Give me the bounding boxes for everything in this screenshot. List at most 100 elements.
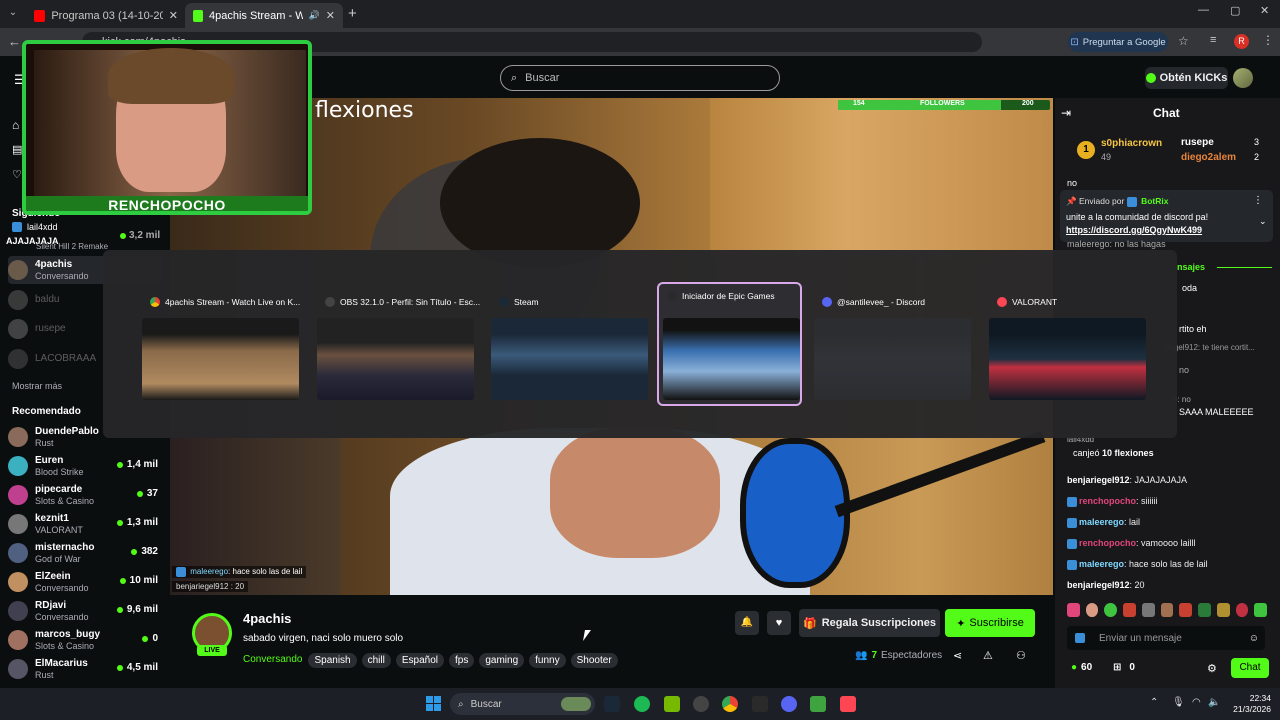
close-icon[interactable]: ✕ [169,9,178,22]
new-tab-button[interactable]: + [348,5,357,22]
chat-input[interactable]: Enviar un mensaje ☺ [1067,626,1265,650]
valorant-icon[interactable] [840,696,856,712]
spotify-icon[interactable] [634,696,650,712]
sidebar-item-elzeein[interactable]: ElZeein Conversando 10 mil [8,568,162,596]
sidebar-item-misternacho[interactable]: misternacho God of War 382 [8,539,162,567]
emote-icon[interactable] [1067,603,1080,617]
settings-gear-icon[interactable]: ⚙ [1207,662,1217,675]
switcher-window-3[interactable]: Iniciador de Epic Games [657,282,802,406]
home-icon[interactable]: ⌂ [12,118,19,132]
emoji-icon[interactable]: ☺ [1249,633,1259,644]
sidebar-item-rdjavi[interactable]: RDjavi Conversando 9,6 mil [8,597,162,625]
channel-name[interactable]: 4pachis [243,611,291,626]
emote-icon[interactable] [1254,603,1268,617]
tag-1[interactable]: chill [361,653,391,668]
switcher-window-0[interactable]: 4pachis Stream - Watch Live on K... [142,290,300,400]
tab-4pachis[interactable]: 4pachis Stream - Watch Live 🔊 ✕ [185,3,343,28]
chat-message[interactable]: renchopocho: siiiiii [1067,496,1158,507]
profile-avatar[interactable]: R [1234,34,1249,49]
wifi-icon[interactable]: ◠ [1192,697,1201,708]
volume-icon[interactable]: 🔈 [1208,697,1220,708]
chat-message[interactable]: benjariegel912: 20 [1067,580,1145,590]
report-icon[interactable]: ⚠ [983,649,993,662]
tag-4[interactable]: gaming [479,653,525,668]
clock[interactable]: 22:34 21/3/2026 [1226,693,1271,715]
emote-icon[interactable] [1216,603,1230,617]
close-icon[interactable]: ✕ [326,9,335,22]
tag-2[interactable]: Español [395,653,444,668]
switcher-window-4[interactable]: @santilevee_ - Discord [814,290,971,400]
subscribe-button[interactable]: ✦ Suscribirse [945,609,1035,637]
menu-kebab-icon[interactable]: ⋮ [1262,33,1274,47]
back-icon[interactable]: ← [8,34,21,49]
tab-search-icon[interactable]: ≡ [1210,34,1216,46]
chevron-down-icon[interactable]: ⌄ [1259,216,1267,227]
search-input[interactable]: ⌕ Buscar [500,65,780,91]
sidebar-item-marcos_bugy[interactable]: marcos_bugy Slots & Casino 0 [8,626,162,654]
user-plus-icon[interactable]: ⚇ [1016,649,1026,662]
get-kicks-button[interactable]: Obtén KICKs [1145,67,1228,89]
taskbar-search[interactable]: ⌕ Buscar [450,693,595,715]
emote-icon[interactable] [1141,603,1155,617]
sidebar-item-pipecarde[interactable]: pipecarde Slots & Casino 37 [8,481,162,509]
switcher-window-1[interactable]: OBS 32.1.0 - Perfil: Sin Título - Esc... [317,290,480,400]
leader-name: s0phiacrown [1101,138,1163,149]
emote-icon[interactable] [1198,603,1211,617]
browse-icon[interactable]: ▤ [12,143,22,156]
microphone-icon[interactable]: 🎙 [1172,697,1185,708]
send-chat-button[interactable]: Chat [1231,658,1269,678]
tag-6[interactable]: Shooter [570,653,618,668]
pinned-message[interactable]: 📌 Enviado por BotRix unite a la comunida… [1060,190,1273,242]
nvidia-icon[interactable] [664,696,680,712]
gift-subs-button[interactable]: 🎁 Regala Suscripciones [799,609,940,637]
notification-bell-icon[interactable]: 🔔 [735,611,759,635]
category-link[interactable]: Conversando [243,654,302,665]
sidebar-item-elmacarius[interactable]: ElMacarius Rust 4,5 mil [8,655,162,683]
gifts-count[interactable]: ⊞ 0 [1113,662,1135,673]
kicks-balance[interactable]: ● 60 [1071,662,1092,673]
sidebar-item-euren[interactable]: Euren Blood Strike 1,4 mil [8,452,162,480]
epic-games-icon[interactable] [752,696,768,712]
audio-icon[interactable]: 🔊 [309,10,320,21]
share-icon[interactable]: ⋖ [953,649,962,662]
google-lens-button[interactable]: ⊡ Preguntar a Google [1068,32,1168,52]
emote-icon[interactable] [1179,603,1193,617]
bookmark-star-icon[interactable]: ☆ [1178,34,1189,48]
emote-icon[interactable] [1235,603,1249,617]
chat-message[interactable]: benjariegel912: JAJAJAJAJA [1067,475,1187,485]
emote-icon[interactable] [1123,603,1136,617]
window-close-button[interactable]: ✕ [1260,4,1269,17]
tab-programa[interactable]: Programa 03 (14-10-2016) - Pe ✕ [26,3,186,28]
pinned-link[interactable]: https://discord.gg/6QgyNwK499 [1066,225,1202,235]
switcher-window-2[interactable]: Steam [491,290,648,400]
windows-start-icon[interactable] [426,696,441,711]
tab-list-icon[interactable]: ⌄ [6,7,20,21]
emote-icon[interactable] [1160,603,1174,617]
minecraft-icon[interactable] [810,696,826,712]
sidebar-item-keznit1[interactable]: keznit1 VALORANT 1,3 mil [8,510,162,538]
follow-heart-button[interactable]: ♥ [767,611,791,635]
steam-icon[interactable] [604,696,620,712]
following-icon[interactable]: ♡ [12,168,22,181]
maximize-button[interactable]: ▢ [1230,4,1240,17]
tray-chevron-icon[interactable]: ⌃ [1150,697,1158,708]
user-avatar[interactable] [1233,68,1253,88]
show-more-link[interactable]: Mostrar más [12,381,62,391]
switcher-window-5[interactable]: VALORANT [989,290,1146,400]
chat-message[interactable]: renchopocho: vamoooo lailll [1067,538,1196,549]
tag-3[interactable]: fps [449,653,475,668]
viewer-count: 9,6 mil [116,604,158,615]
tag-5[interactable]: funny [529,653,566,668]
minimize-button[interactable]: — [1198,4,1209,16]
emote-row[interactable] [1067,603,1268,617]
chat-message[interactable]: maleerego: lail [1067,517,1140,528]
obs-icon[interactable] [693,696,709,712]
unpin-icon[interactable]: ⋮ [1253,195,1263,206]
collapse-chat-icon[interactable]: ⇥ [1061,106,1071,120]
discord-icon[interactable] [781,696,797,712]
tag-0[interactable]: Spanish [308,653,357,668]
chrome-icon[interactable] [722,696,738,712]
emote-icon[interactable] [1085,603,1099,617]
chat-message[interactable]: maleerego: hace solo las de lail [1067,559,1208,570]
emote-icon[interactable] [1104,603,1118,617]
